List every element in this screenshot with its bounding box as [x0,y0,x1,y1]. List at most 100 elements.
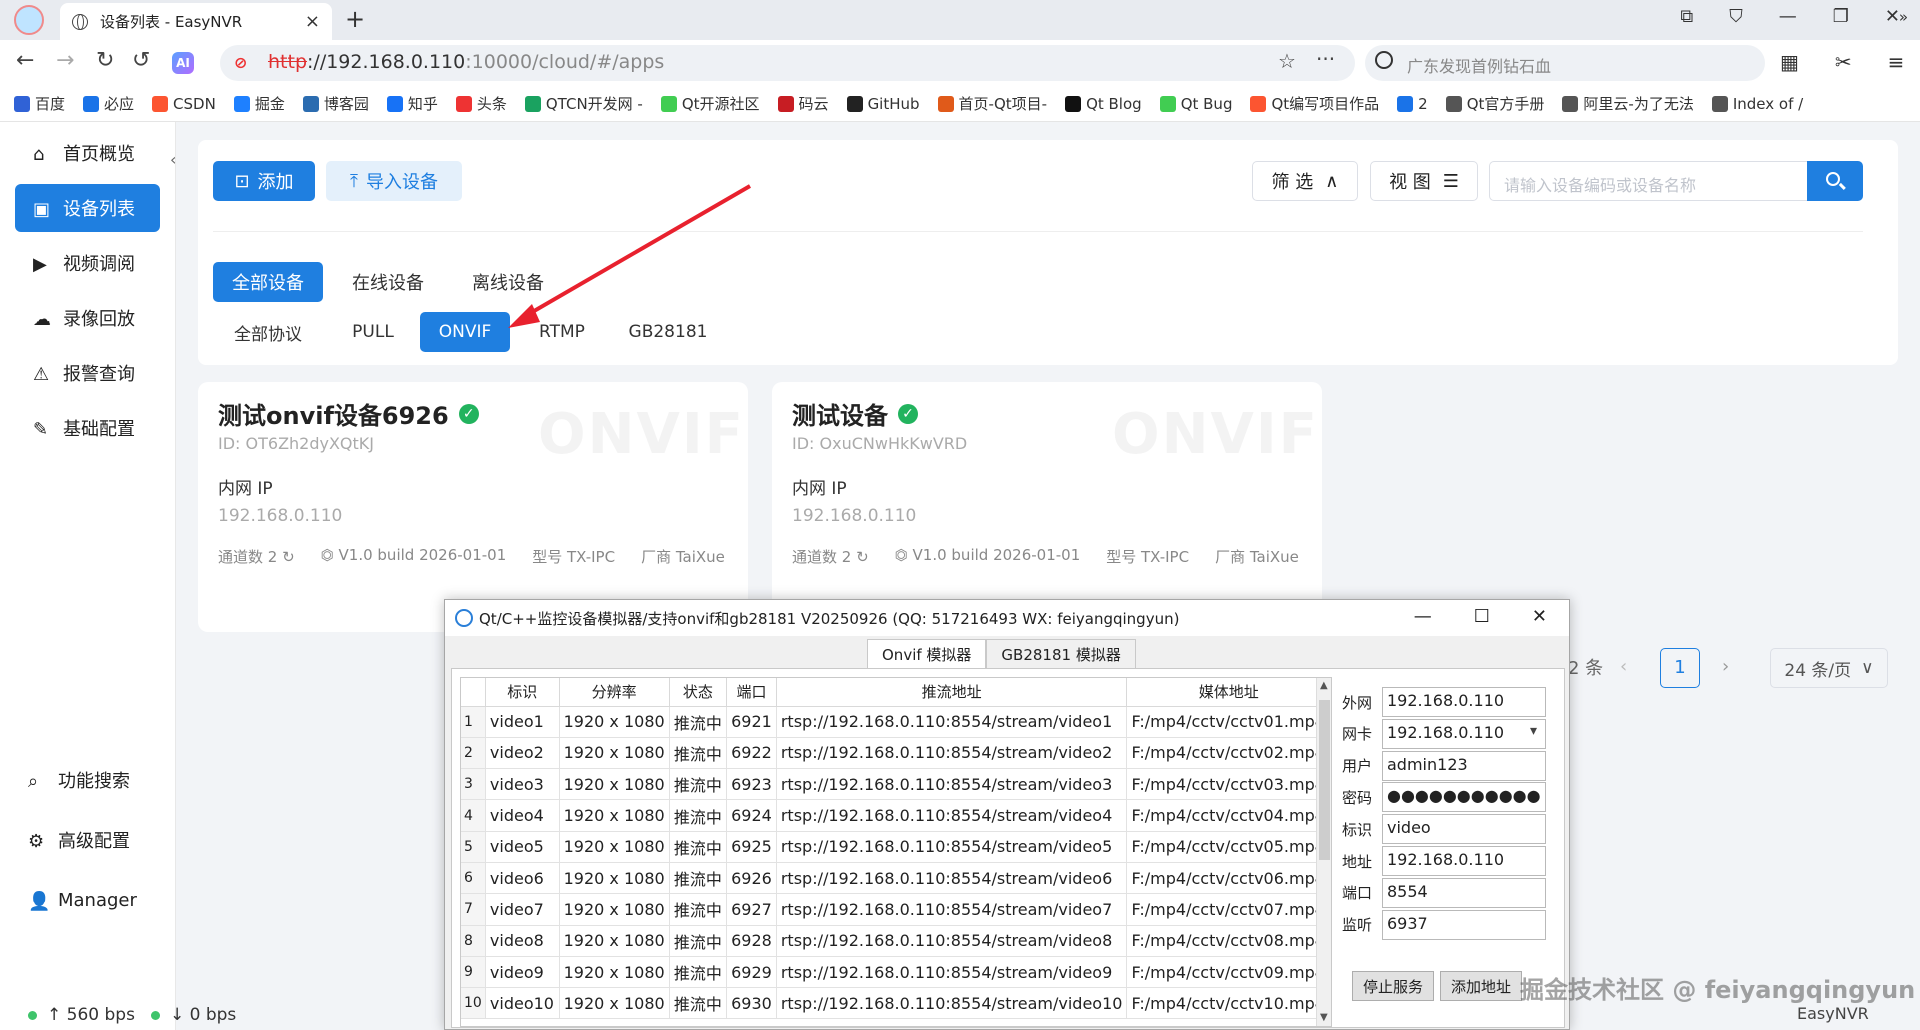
scroll-thumb[interactable] [1319,700,1330,860]
form-field[interactable]: 6937 [1382,909,1546,940]
form-field[interactable]: 192.168.0.110 [1382,846,1546,876]
form-field[interactable]: ●●●●●●●●●●● [1382,782,1546,813]
protocol-tab[interactable]: 全部协议 [213,312,323,352]
sidebar-item[interactable]: ⚠ 报警查询 [15,349,160,397]
insecure-warning-icon[interactable]: ⊘ [234,53,254,73]
table-row[interactable]: 6 video6 1920 x 1080 推流中 6926 rtsp://192.168.… [461,862,1331,895]
table-row[interactable]: 2 video2 1920 x 1080 推流中 6922 rtsp://192.168.… [461,737,1331,770]
table-row[interactable]: 7 video7 1920 x 1080 推流中 6927 rtsp://192.168.… [461,893,1331,926]
protocol-tab[interactable]: ONVIF [420,312,510,352]
filter-button[interactable]: 筛 选 ∧ [1252,161,1358,201]
browser-logo-icon[interactable] [14,5,44,35]
bookmark-item[interactable]: 码云 [777,93,829,114]
column-header[interactable]: 标识 [485,678,560,707]
sidebar-bottom-item[interactable]: ⚙ 高级配置 [10,816,155,864]
sidebar-item[interactable]: ☁ 录像回放 [15,294,160,342]
sidebar-item[interactable]: ✎ 基础配置 [15,404,160,452]
qt-close-icon[interactable]: ✕ [1532,606,1547,627]
column-header[interactable]: 媒体地址 [1126,678,1331,707]
status-tab[interactable]: 全部设备 [213,262,323,302]
form-field[interactable]: video [1382,814,1546,845]
bookmark-item[interactable]: Qt编写项目作品 [1250,93,1379,114]
protocol-tab[interactable]: PULL [333,312,413,352]
new-tab-icon[interactable]: + [345,5,365,33]
bookmark-item[interactable]: 阿里云-为了无法 [1562,93,1694,114]
column-header[interactable]: 推流地址 [776,678,1128,707]
sidebar-item[interactable]: ▣ 设备列表 [15,184,160,232]
sidebar-item[interactable]: ⌂ 首页概览 [15,129,160,177]
bookmark-item[interactable]: 首页-Qt项目- [937,93,1047,114]
sidebar-bottom-item[interactable]: ⌕ 功能搜索 [10,756,155,804]
table-row[interactable]: 9 video9 1920 x 1080 推流中 6929 rtsp://192.168.… [461,956,1331,989]
bookmark-item[interactable]: 必应 [83,93,134,114]
device-search-button[interactable] [1807,161,1863,201]
nic-select[interactable]: 192.168.0.110 [1382,718,1546,749]
add-device-button[interactable]: ⊡ 添加 [213,161,315,201]
device-card[interactable]: ONVIF 测试设备 ✓ ID: OxuCNwHkKwVRD 内网 IP 192.168.… [772,382,1322,632]
table-row[interactable]: 3 video3 1920 x 1080 推流中 6923 rtsp://192.168.… [461,768,1331,801]
pager-next-icon[interactable]: › [1722,656,1729,677]
back-icon[interactable]: ← [16,48,34,73]
table-row[interactable]: 5 video5 1920 x 1080 推流中 6925 rtsp://192.168.… [461,831,1331,863]
bookmark-item[interactable]: Qt Bug [1159,95,1232,113]
bookmark-item[interactable]: 百度 [14,93,65,114]
import-device-button[interactable]: ⤒ 导入设备 [326,161,462,201]
form-field[interactable]: admin123 [1382,750,1546,781]
apps-grid-icon[interactable]: ▦ [1780,50,1799,74]
form-field[interactable]: 192.168.0.110 [1382,687,1546,717]
restore-icon[interactable]: ❐ [1833,6,1849,27]
bookmark-item[interactable]: CSDN [152,95,216,113]
add-address-button[interactable]: 添加地址 [1440,971,1522,1001]
bookmark-item[interactable]: 2 [1397,95,1428,113]
bookmarks-overflow-icon[interactable]: » [1899,8,1908,26]
qt-maximize-icon[interactable]: ☐ [1474,606,1490,627]
bookmark-item[interactable]: 博客园 [302,93,369,114]
scroll-up-icon[interactable]: ▲ [1320,680,1328,691]
qt-minimize-icon[interactable]: — [1414,606,1432,627]
sidebar-item[interactable]: ▶ 视频调阅 [15,239,160,287]
column-header[interactable]: 端口 [726,678,777,707]
bookmark-item[interactable]: 头条 [455,93,507,114]
stop-service-button[interactable]: 停止服务 [1352,971,1434,1001]
pager-prev-icon[interactable]: ‹ [1620,656,1627,677]
view-button[interactable]: 视 图 ☰ [1370,161,1478,201]
bookmark-item[interactable]: Index of / [1711,95,1803,113]
browser-tab[interactable]: 设备列表 - EasyNVR × [60,3,332,40]
forward-icon[interactable]: → [56,48,74,73]
close-window-icon[interactable]: ✕ [1885,6,1900,27]
bookmark-star-icon[interactable]: ☆ [1278,49,1296,73]
undo-icon[interactable]: ↺ [132,48,150,73]
minimize-icon[interactable]: — [1779,6,1797,27]
bookmark-item[interactable]: 知乎 [386,93,438,114]
table-row[interactable]: 1 video1 1920 x 1080 推流中 6921 rtsp://192.168.… [461,706,1331,738]
device-search-input[interactable]: 请输入设备编码或设备名称 [1489,161,1807,201]
column-header[interactable]: 分辨率 [559,678,670,707]
table-row[interactable]: 4 video4 1920 x 1080 推流中 6924 rtsp://192.168.… [461,799,1331,832]
qt-title-bar[interactable]: Qt/C++监控设备模拟器/支持onvif和gb28181 V20250926 … [445,600,1569,636]
qt-tab[interactable]: GB28181 模拟器 [986,639,1136,669]
url-field[interactable]: ⊘ http://192.168.0.110:10000/cloud/#/app… [220,45,1355,81]
tab-count-icon[interactable]: ⧉ [1680,6,1693,27]
pager-current-page[interactable]: 1 [1660,648,1700,688]
table-row[interactable]: 8 video8 1920 x 1080 推流中 6928 rtsp://192.168.… [461,925,1331,957]
scissors-icon[interactable]: ✂ [1835,50,1852,74]
menu-icon[interactable]: ≡ [1888,50,1905,74]
collapse-sidebar-icon[interactable]: ‹ [170,150,176,169]
table-scrollbar[interactable]: ▲ ▼ [1316,678,1331,1026]
bookmark-item[interactable]: Qt Blog [1065,95,1142,113]
scroll-down-icon[interactable]: ▼ [1320,1012,1328,1023]
bookmark-item[interactable]: Qt官方手册 [1445,93,1544,114]
ai-icon[interactable]: AI [172,52,194,74]
page-size-select[interactable]: 24 条/页 ∨ [1770,648,1888,688]
form-field[interactable]: 8554 [1382,877,1546,908]
bookmark-item[interactable]: QTCN开发网 - [524,93,643,114]
device-card[interactable]: ONVIF 测试onvif设备6926 ✓ ID: OT6Zh2dyXQtKJ 内网 I… [198,382,748,632]
reload-icon[interactable]: ↻ [96,48,114,73]
close-tab-icon[interactable]: × [305,11,320,32]
table-row[interactable]: 10 video10 1920 x 1080 推流中 6930 rtsp://192.16… [461,987,1331,1020]
sidebar-bottom-item[interactable]: 👤 Manager [10,876,155,924]
status-tab[interactable]: 在线设备 [333,262,443,302]
column-header[interactable]: 状态 [669,678,728,707]
bookmark-item[interactable]: GitHub [846,95,920,113]
shirt-icon[interactable]: ⛉ [1729,6,1743,27]
